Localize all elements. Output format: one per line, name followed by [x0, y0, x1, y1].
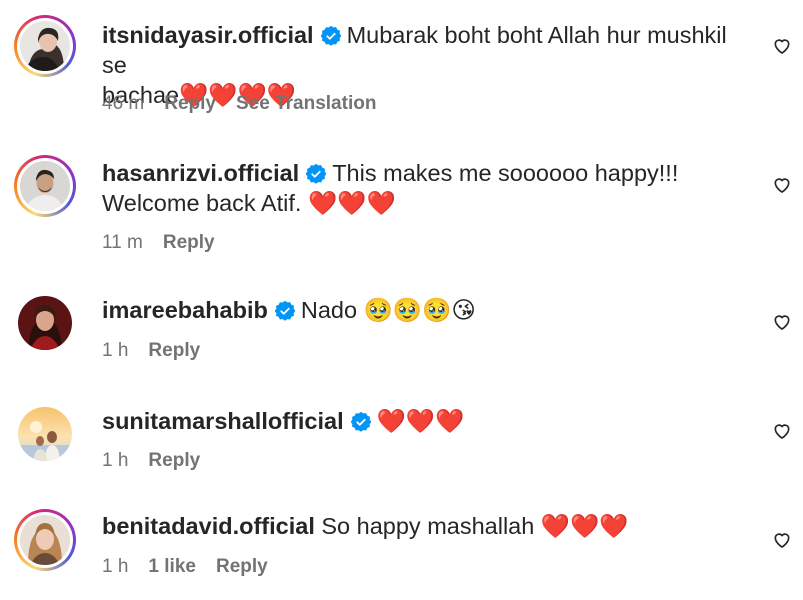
comment-meta: 1 h Reply: [102, 340, 220, 362]
comment-text: hasanrizvi.official This makes me soooooo…: [102, 158, 752, 218]
comment-body: This makes me soooooo happy!!!: [332, 160, 679, 186]
avatar[interactable]: [14, 155, 76, 217]
avatar[interactable]: [14, 15, 76, 77]
comment-item: sunitamarshallofficial ❤️❤️❤️ 1 h Reply: [0, 390, 803, 495]
woman-red-portrait-avatar: [18, 296, 72, 350]
see-translation-button[interactable]: See Translation: [236, 93, 376, 115]
comment-timestamp: 1 h: [102, 340, 129, 361]
heart-outline-icon[interactable]: [772, 175, 792, 195]
comment-meta: 1 h Reply: [102, 450, 220, 472]
comment-item: hasanrizvi.official This makes me soooooo…: [0, 140, 803, 275]
verified-badge-icon: [350, 412, 371, 432]
comment-item: benitadavid.official So happy mashallah …: [0, 495, 803, 600]
verified-badge-icon: [306, 164, 327, 184]
reply-button[interactable]: Reply: [216, 556, 268, 578]
comment-text: imareebahabib Nado 🥹🥹🥹😘: [102, 295, 752, 325]
heart-outline-icon[interactable]: [772, 421, 792, 441]
comment-username[interactable]: hasanrizvi.official: [102, 160, 299, 186]
comment-body-line2: Welcome back Atif.: [102, 190, 302, 216]
comment-meta: 46 m Reply See Translation: [102, 93, 376, 115]
comment-body: Nado: [300, 297, 358, 323]
woman-portrait-avatar: [20, 21, 70, 71]
reply-button[interactable]: Reply: [148, 450, 200, 472]
comment-item: itsnidayasir.official Mubarak boht boht A…: [0, 0, 803, 140]
heart-emojis: ❤️❤️❤️: [540, 513, 629, 539]
sunset-couple-avatar: [18, 407, 72, 461]
comment-timestamp: 1 h: [102, 556, 129, 577]
heart-outline-icon[interactable]: [772, 530, 792, 550]
reply-button[interactable]: Reply: [163, 232, 215, 254]
reply-button[interactable]: Reply: [148, 340, 200, 362]
avatar[interactable]: [14, 292, 76, 354]
heart-outline-icon[interactable]: [772, 312, 792, 332]
heart-emojis: ❤️❤️❤️: [307, 190, 396, 216]
comment-text: benitadavid.official So happy mashallah …: [102, 511, 752, 541]
heart-outline-icon[interactable]: [772, 36, 792, 56]
comment-username[interactable]: imareebahabib: [102, 297, 268, 323]
avatar[interactable]: [14, 509, 76, 571]
likes-count[interactable]: 1 like: [148, 556, 196, 578]
avatar[interactable]: [14, 403, 76, 465]
man-portrait-avatar: [20, 161, 70, 211]
reply-button[interactable]: Reply: [164, 93, 216, 115]
comment-timestamp: 46 m: [102, 93, 145, 114]
comment-username[interactable]: itsnidayasir.official: [102, 22, 314, 48]
comment-meta: 11 m Reply: [102, 232, 235, 254]
woman-blonde-portrait-avatar: [20, 515, 70, 565]
comment-meta: 1 h 1 like Reply: [102, 556, 288, 578]
emoji-sequence: 🥹🥹🥹😘: [363, 297, 476, 323]
comment-timestamp: 1 h: [102, 450, 129, 471]
comment-username[interactable]: sunitamarshallofficial: [102, 408, 344, 434]
comment-item: imareebahabib Nado 🥹🥹🥹😘 1 h Reply: [0, 275, 803, 390]
comment-body: So happy mashallah: [321, 513, 535, 539]
comment-timestamp: 11 m: [102, 232, 143, 253]
heart-emojis: ❤️❤️❤️: [376, 408, 465, 434]
comment-text: sunitamarshallofficial ❤️❤️❤️: [102, 406, 752, 436]
comment-username[interactable]: benitadavid.official: [102, 513, 315, 539]
verified-badge-icon: [274, 301, 295, 321]
verified-badge-icon: [320, 26, 341, 46]
